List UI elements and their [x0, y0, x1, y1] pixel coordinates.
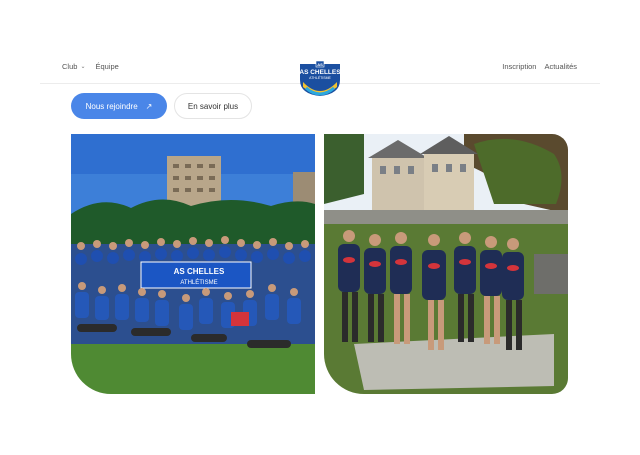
join-button[interactable]: Nous rejoindre ↗ [71, 93, 167, 119]
nav-equipe[interactable]: Équipe [95, 62, 118, 71]
logo-line2: ATHLÉTISME [309, 75, 331, 80]
nav-left: Club ⌄ Équipe [62, 62, 119, 71]
nav-actualites[interactable]: Actualités [544, 62, 577, 71]
banner-line1: AS CHELLES [174, 267, 225, 276]
club-logo[interactable]: AS AS CHELLES ATHLÉTISME [298, 60, 342, 96]
banner-line2: ATHLÉTISME [180, 279, 217, 286]
group-photo-right [324, 134, 568, 394]
logo-top-text: AS [317, 62, 323, 67]
cta-row: Nous rejoindre ↗ En savoir plus [71, 93, 252, 119]
nav-club[interactable]: Club ⌄ [62, 62, 85, 71]
logo-line1: AS CHELLES [299, 69, 341, 76]
join-button-label: Nous rejoindre [85, 101, 138, 111]
chevron-down-icon: ⌄ [80, 64, 86, 70]
arrow-up-right-icon: ↗ [145, 101, 153, 111]
nav-right: Inscription Actualités [502, 62, 577, 71]
group-photo-left: AS CHELLES ATHLÉTISME [71, 134, 315, 394]
nav-equipe-label: Équipe [95, 62, 119, 71]
nav-inscription[interactable]: Inscription [502, 62, 536, 71]
learn-more-label: En savoir plus [187, 101, 239, 111]
learn-more-button[interactable]: En savoir plus [174, 93, 252, 119]
nav-club-label: Club [62, 62, 78, 71]
